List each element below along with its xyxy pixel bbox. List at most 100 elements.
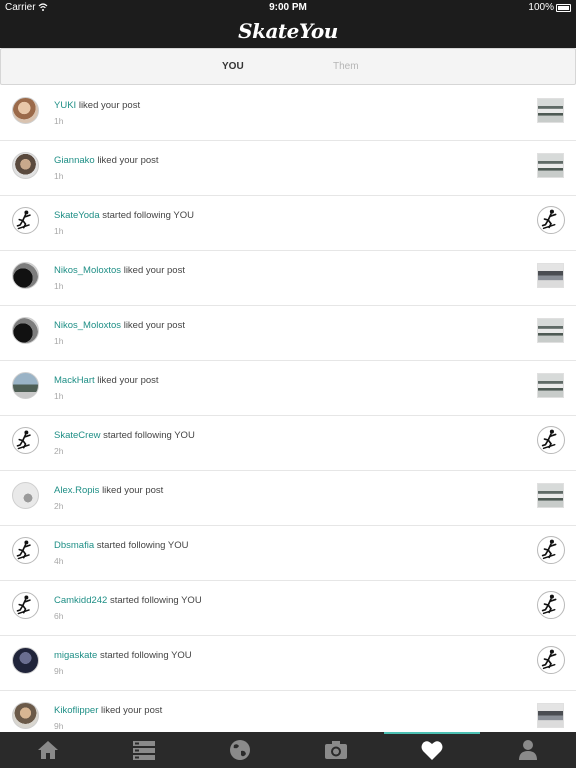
skater-logo-icon <box>541 538 557 560</box>
post-thumbnail[interactable] <box>537 318 564 343</box>
list-item[interactable]: SkateCrew started following YOU 2h <box>0 416 576 471</box>
username-link[interactable]: SkateYoda <box>54 210 100 221</box>
follower-thumbnail[interactable] <box>537 591 565 619</box>
battery-percent: 100% <box>528 2 554 13</box>
list-item[interactable]: Alex.Ropis liked your post 2h <box>0 471 576 526</box>
notifications-list[interactable]: YUKI liked your post 1h Giannako liked y… <box>0 86 576 732</box>
skater-logo-icon <box>541 593 557 615</box>
notification-text: liked your post <box>97 375 159 386</box>
timestamp: 6h <box>54 611 64 621</box>
notification-text: liked your post <box>97 155 159 166</box>
skater-logo-icon <box>541 648 557 670</box>
list-item[interactable]: Dbsmafia started following YOU 4h <box>0 526 576 581</box>
avatar[interactable] <box>12 372 39 399</box>
segmented-control: YOU Them <box>0 48 576 85</box>
timestamp: 1h <box>54 336 64 346</box>
tab-activity[interactable] <box>384 732 480 768</box>
list-item[interactable]: Nikos_Moloxtos liked your post 1h <box>0 251 576 306</box>
username-link[interactable]: Alex.Ropis <box>54 485 99 496</box>
timestamp: 1h <box>54 116 64 126</box>
tab-explore[interactable] <box>192 732 288 768</box>
list-item[interactable]: migaskate started following YOU 9h <box>0 636 576 691</box>
avatar[interactable] <box>12 152 39 179</box>
tab-bar <box>0 732 576 768</box>
follower-thumbnail[interactable] <box>537 206 565 234</box>
avatar[interactable] <box>12 702 39 729</box>
heart-icon <box>421 741 443 760</box>
tab-profile[interactable] <box>480 732 576 768</box>
avatar[interactable] <box>12 97 39 124</box>
skater-logo-icon <box>16 209 31 230</box>
username-link[interactable]: Nikos_Moloxtos <box>54 265 121 276</box>
username-link[interactable]: Dbsmafia <box>54 540 94 551</box>
globe-icon <box>230 740 250 760</box>
post-thumbnail[interactable] <box>537 263 564 288</box>
timestamp: 1h <box>54 281 64 291</box>
list-item[interactable]: SkateYoda started following YOU 1h <box>0 196 576 251</box>
avatar[interactable] <box>12 207 39 234</box>
skater-logo-icon <box>16 429 31 450</box>
tab-you[interactable]: YOU <box>222 61 244 72</box>
username-link[interactable]: Giannako <box>54 155 95 166</box>
notification-text: liked your post <box>78 100 141 111</box>
post-thumbnail[interactable] <box>537 483 564 508</box>
notification-text: liked your post <box>101 705 163 716</box>
nav-bar: SkateYou <box>0 16 576 48</box>
tab-home[interactable] <box>0 732 96 768</box>
list-item[interactable]: Kikoflipper liked your post 9h <box>0 691 576 732</box>
skater-logo-icon <box>16 539 31 560</box>
username-link[interactable]: Nikos_Moloxtos <box>54 320 121 331</box>
tab-them[interactable]: Them <box>333 61 359 72</box>
list-item[interactable]: MackHart liked your post 1h <box>0 361 576 416</box>
timestamp: 9h <box>54 721 64 731</box>
avatar[interactable] <box>12 317 39 344</box>
post-thumbnail[interactable] <box>537 703 564 728</box>
list-item[interactable]: YUKI liked your post 1h <box>0 86 576 141</box>
timestamp: 4h <box>54 556 64 566</box>
home-icon <box>38 741 58 759</box>
username-link[interactable]: Camkidd242 <box>54 595 107 606</box>
skater-logo-icon <box>541 208 557 230</box>
feed-list-icon <box>133 741 155 760</box>
follower-thumbnail[interactable] <box>537 426 565 454</box>
clock: 9:00 PM <box>269 2 307 13</box>
notification-text: started following YOU <box>102 210 194 221</box>
timestamp: 9h <box>54 666 64 676</box>
notification-text: started following YOU <box>96 540 189 551</box>
username-link[interactable]: Kikoflipper <box>54 705 98 716</box>
list-item[interactable]: Camkidd242 started following YOU 6h <box>0 581 576 636</box>
list-item[interactable]: Nikos_Moloxtos liked your post 1h <box>0 306 576 361</box>
tab-feed[interactable] <box>96 732 192 768</box>
status-bar: Carrier 9:00 PM 100% <box>0 0 576 16</box>
username-link[interactable]: YUKI <box>54 100 76 111</box>
username-link[interactable]: migaskate <box>54 650 97 661</box>
username-link[interactable]: MackHart <box>54 375 95 386</box>
notification-text: liked your post <box>102 485 164 496</box>
timestamp: 2h <box>54 501 64 511</box>
timestamp: 1h <box>54 391 64 401</box>
notification-text: liked your post <box>123 265 185 276</box>
avatar[interactable] <box>12 647 39 674</box>
camera-icon <box>325 741 347 759</box>
tab-camera[interactable] <box>288 732 384 768</box>
timestamp: 1h <box>54 226 64 236</box>
post-thumbnail[interactable] <box>537 153 564 178</box>
post-thumbnail[interactable] <box>537 373 564 398</box>
avatar[interactable] <box>12 262 39 289</box>
post-thumbnail[interactable] <box>537 98 564 123</box>
skater-logo-icon <box>541 428 557 450</box>
timestamp: 2h <box>54 446 64 456</box>
avatar[interactable] <box>12 482 39 509</box>
notification-text: started following YOU <box>103 430 195 441</box>
notification-text: started following YOU <box>99 650 192 661</box>
follower-thumbnail[interactable] <box>537 536 565 564</box>
avatar[interactable] <box>12 427 39 454</box>
profile-icon <box>519 740 537 760</box>
follower-thumbnail[interactable] <box>537 646 565 674</box>
notification-text: liked your post <box>123 320 185 331</box>
username-link[interactable]: SkateCrew <box>54 430 100 441</box>
avatar[interactable] <box>12 537 39 564</box>
avatar[interactable] <box>12 592 39 619</box>
list-item[interactable]: Giannako liked your post 1h <box>0 141 576 196</box>
notification-text: started following YOU <box>109 595 202 606</box>
